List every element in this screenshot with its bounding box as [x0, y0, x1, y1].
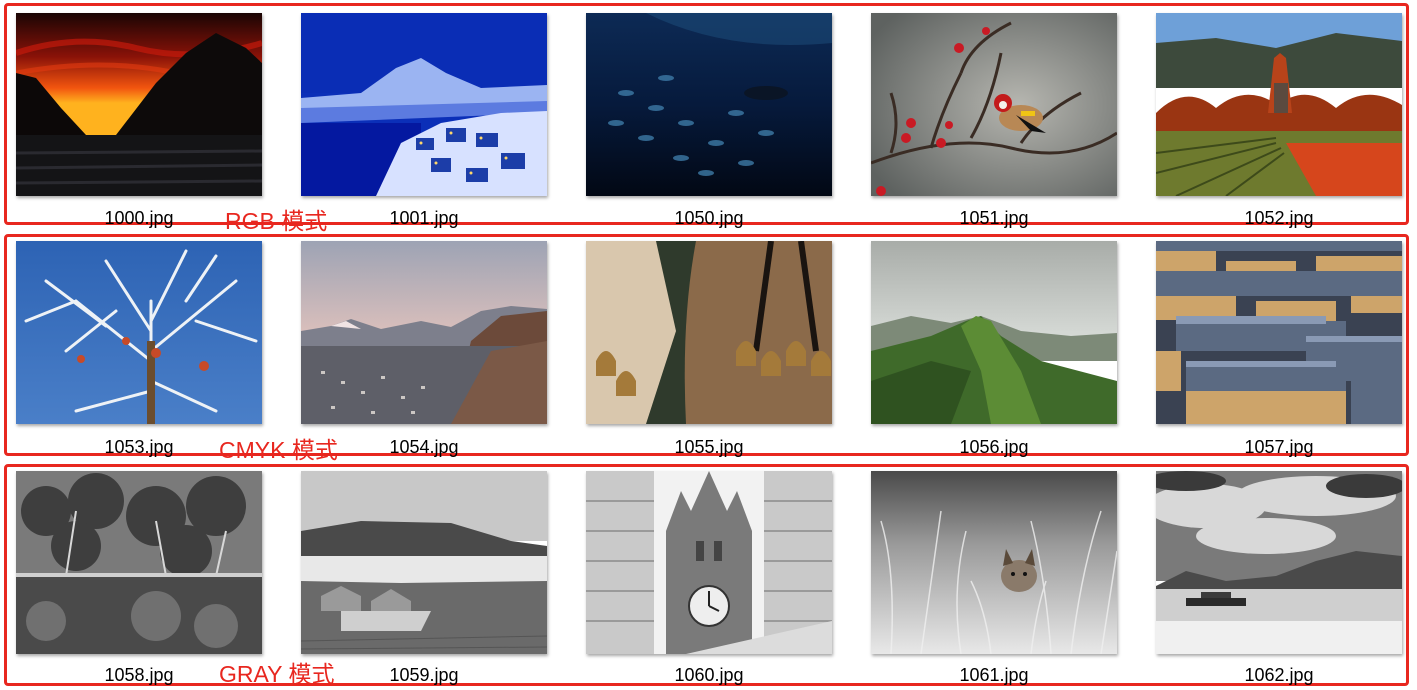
mode-label: GRAY 模式: [219, 661, 335, 687]
file-name: 1052.jpg: [1244, 208, 1314, 228]
gray-mode-group: 1058.jpg 1059.jpg 1060.jpg 1061.jpg 1062…: [4, 464, 1409, 687]
frosted-tree-photo[interactable]: [16, 241, 262, 424]
coastal-ruins-photo[interactable]: [301, 471, 547, 654]
file-name: 1061.jpg: [959, 665, 1029, 685]
vineyard-building-photo[interactable]: [1156, 13, 1402, 196]
file-name: 1062.jpg: [1244, 665, 1314, 685]
file-name: 1051.jpg: [959, 208, 1029, 228]
file-name: 1057.jpg: [1244, 437, 1314, 457]
green-ridge-photo[interactable]: [871, 241, 1117, 424]
file-name: 1059.jpg: [389, 665, 459, 685]
file-name: 1055.jpg: [674, 437, 744, 457]
snowy-town-night-photo[interactable]: [301, 13, 547, 196]
mode-label: RGB 模式: [225, 208, 328, 234]
file-name: 1050.jpg: [674, 208, 744, 228]
goldfinch-branch-photo[interactable]: [871, 13, 1117, 196]
cmyk-mode-group: 1053.jpg 1054.jpg 1055.jpg 1056.jpg 1057…: [4, 234, 1409, 463]
bells-costume-photo[interactable]: [586, 241, 832, 424]
forest-reflection-photo[interactable]: [16, 471, 262, 654]
mountain-valley-town-photo[interactable]: [301, 241, 547, 424]
sunset-mountain-photo[interactable]: [16, 13, 262, 196]
underwater-fish-photo[interactable]: [586, 13, 832, 196]
file-name: 1056.jpg: [959, 437, 1029, 457]
clock-tower-photo[interactable]: [586, 471, 832, 654]
concrete-blocks-photo[interactable]: [1156, 241, 1402, 424]
rgb-mode-group: 1000.jpg 1001.jpg 1050.jpg 1051.jpg 1052…: [4, 3, 1409, 234]
lake-mountains-photo[interactable]: [1156, 471, 1402, 654]
file-name: 1001.jpg: [389, 208, 459, 228]
file-name: 1060.jpg: [674, 665, 744, 685]
mode-label: CMYK 模式: [219, 437, 338, 463]
file-name: 1054.jpg: [389, 437, 459, 457]
lynx-grass-photo[interactable]: [871, 471, 1117, 654]
